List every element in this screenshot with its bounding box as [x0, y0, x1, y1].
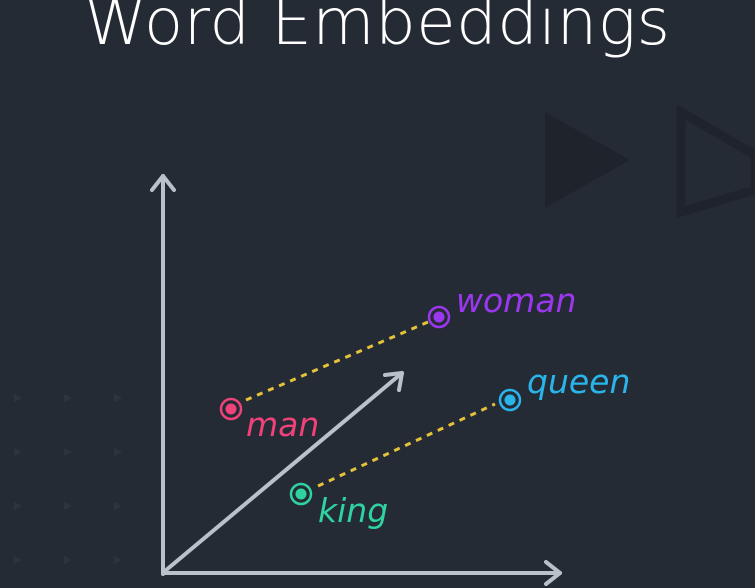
embedding-diagram: man woman king queen	[14, 104, 755, 586]
woman-point	[427, 305, 451, 329]
x-axis	[161, 560, 562, 586]
king-point	[289, 482, 313, 506]
king-label: king	[318, 491, 388, 530]
man-label: man	[246, 405, 319, 444]
play-triangle-outline-icon	[676, 104, 755, 219]
play-triangle-filled-icon	[545, 112, 630, 208]
king-queen-dashed-line	[317, 402, 496, 488]
y-axis	[150, 174, 176, 576]
dot-grid-decor	[14, 394, 122, 564]
man-point	[219, 397, 243, 421]
queen-point	[498, 388, 522, 412]
woman-label: woman	[456, 281, 576, 320]
queen-label: queen	[527, 362, 630, 401]
diagonal-vector-arrow	[163, 371, 404, 573]
